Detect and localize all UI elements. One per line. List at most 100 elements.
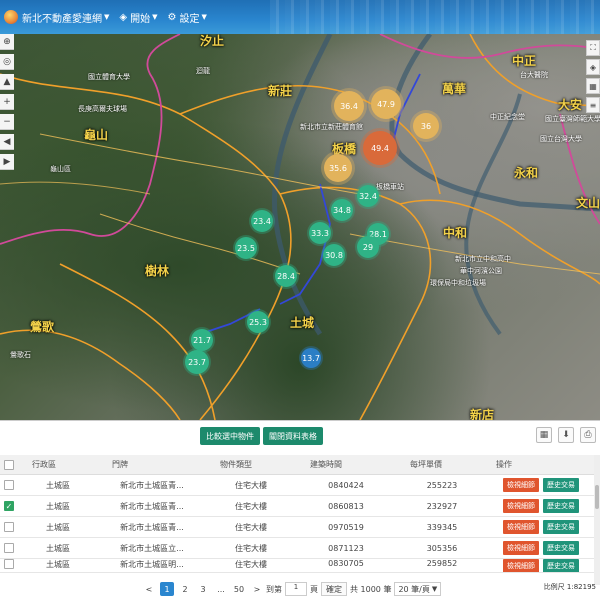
- row-actions: 檢視細節 歷史交易: [488, 520, 594, 534]
- grid-view-icon[interactable]: ▦: [536, 427, 552, 443]
- map-cluster-marker[interactable]: 33.3: [309, 222, 331, 244]
- row-checkbox[interactable]: [4, 480, 14, 490]
- next-page-button[interactable]: >: [250, 582, 264, 596]
- view-detail-button[interactable]: 檢視細節: [503, 541, 539, 555]
- cell-price: 339345: [426, 522, 458, 532]
- legend-icon[interactable]: ≡: [586, 97, 600, 113]
- history-button[interactable]: 歷史交易: [543, 499, 579, 513]
- map-cluster-marker[interactable]: 36.4: [334, 91, 364, 121]
- map-cluster-marker[interactable]: 23.5: [235, 237, 257, 259]
- cell-built: 0840424: [328, 480, 364, 490]
- history-button[interactable]: 歷史交易: [543, 478, 579, 492]
- page-button[interactable]: 50: [232, 582, 246, 596]
- prev-page-button[interactable]: <: [142, 582, 156, 596]
- pagination: < 1 2 3 ... 50 > 到第 1 頁 確定 共 1000 筆 20 筆…: [0, 579, 600, 599]
- column-header[interactable]: 行政區: [18, 459, 98, 470]
- app-root: 新北不動產愛連網 ▼ ◈ 開始 ▼ ⚙ 設定 ▼ ⊕ ◎ ▲ + − ◀ ▶ ⛶…: [0, 0, 600, 600]
- cell-price: 259852: [426, 559, 458, 568]
- cell-district: 土城區: [46, 560, 70, 569]
- fullscreen-icon[interactable]: ⛶: [586, 40, 600, 56]
- per-page-select[interactable]: 20 筆/頁 ▼: [394, 582, 442, 596]
- row-select-cell: [0, 522, 18, 532]
- zoom-extent-icon[interactable]: ⊕: [0, 34, 14, 50]
- goto-confirm-button[interactable]: 確定: [321, 582, 347, 596]
- compare-selected-button[interactable]: 比較選中物件: [200, 427, 260, 445]
- cell-type: 住宅大樓: [235, 543, 267, 553]
- table-row: 土城區 新北市土城區明... 住宅大樓 0830705 259852 檢視細節 …: [0, 559, 594, 573]
- basemap-icon[interactable]: ▦: [586, 78, 600, 94]
- place-label: 龜山區: [50, 165, 71, 173]
- place-label: 中正紀念堂: [490, 113, 525, 121]
- map-cluster-marker[interactable]: 23.7: [185, 350, 209, 374]
- view-detail-button[interactable]: 檢視細節: [503, 559, 539, 572]
- select-all-checkbox[interactable]: [4, 459, 14, 470]
- table-row: ✓ 土城區 新北市土城區青... 住宅大樓 0860813 232927 檢視細…: [0, 496, 594, 517]
- map-cluster-marker[interactable]: 47.9: [371, 89, 401, 119]
- district-label-wanhua: 萬華: [442, 82, 467, 96]
- view-detail-button[interactable]: 檢視細節: [503, 478, 539, 492]
- goto-page-input[interactable]: 1: [285, 582, 307, 596]
- cell-district: 土城區: [46, 543, 70, 553]
- history-button[interactable]: 歷史交易: [543, 520, 579, 534]
- column-header[interactable]: 物件類型: [206, 459, 296, 470]
- map-cluster-marker[interactable]: 35.6: [324, 154, 352, 182]
- map-cluster-marker[interactable]: 25.3: [247, 311, 269, 333]
- cell-address: 新北市土城區明...: [120, 560, 184, 569]
- map-cluster-marker[interactable]: 21.7: [191, 329, 213, 351]
- row-checkbox[interactable]: [4, 543, 14, 553]
- scrollbar-thumb[interactable]: [595, 485, 599, 509]
- map-cluster-marker[interactable]: 30.8: [323, 244, 345, 266]
- page-button[interactable]: 2: [178, 582, 192, 596]
- map-lines-layer: [0, 34, 600, 420]
- print-icon[interactable]: ⎙: [580, 427, 596, 443]
- row-checkbox[interactable]: [4, 522, 14, 532]
- map-cluster-marker[interactable]: 34.8: [331, 199, 353, 221]
- compass-icon[interactable]: ▲: [0, 74, 14, 90]
- column-header-actions: 操作: [496, 460, 512, 469]
- page-button[interactable]: 3: [196, 582, 210, 596]
- cell-address: 新北市土城區立...: [120, 543, 184, 553]
- export-icon[interactable]: ⬇: [558, 427, 574, 443]
- layers-icon: ◈: [119, 11, 128, 23]
- layers-icon[interactable]: ◈: [586, 59, 600, 75]
- map-cluster-marker[interactable]: 13.7: [301, 348, 321, 368]
- view-detail-button[interactable]: 檢視細節: [503, 520, 539, 534]
- view-detail-button[interactable]: 檢視細節: [503, 499, 539, 513]
- table-scrollbar[interactable]: [594, 455, 600, 585]
- column-header[interactable]: 建築時間: [296, 459, 396, 470]
- history-button[interactable]: 歷史交易: [543, 559, 579, 572]
- locate-icon[interactable]: ◎: [0, 54, 14, 70]
- forward-icon[interactable]: ▶: [0, 154, 14, 170]
- district-label-zhongzheng: 中正: [512, 54, 537, 68]
- map-cluster-marker[interactable]: 29: [357, 236, 379, 258]
- cell-type: 住宅大樓: [235, 560, 267, 569]
- map-cluster-marker[interactable]: 36: [413, 113, 439, 139]
- cell-address: 新北市土城區青...: [120, 522, 184, 532]
- column-header[interactable]: 門牌: [98, 459, 206, 470]
- back-icon[interactable]: ◀: [0, 134, 14, 150]
- map-view[interactable]: ⊕ ◎ ▲ + − ◀ ▶ ⛶ ◈ ▦ ≡ 汐止 新莊 萬華 中正 大安 龜山 …: [0, 34, 600, 420]
- cell-district: 土城區: [46, 480, 70, 490]
- close-table-button[interactable]: 關閉資料表格: [263, 427, 323, 445]
- row-checkbox-checked[interactable]: ✓: [4, 501, 14, 511]
- cell-address: 新北市土城區青...: [120, 480, 184, 490]
- map-right-controls: ⛶ ◈ ▦ ≡: [586, 40, 600, 116]
- page-button-current[interactable]: 1: [160, 582, 174, 596]
- cell-built: 0871123: [328, 543, 364, 553]
- zoom-in-icon[interactable]: +: [0, 94, 14, 110]
- menu-settings[interactable]: ⚙ 設定 ▼: [167, 10, 206, 25]
- place-label: 新北市立中和高中: [455, 255, 511, 263]
- history-button[interactable]: 歷史交易: [543, 541, 579, 555]
- map-cluster-marker[interactable]: 28.4: [275, 265, 297, 287]
- app-title-menu[interactable]: 新北不動產愛連網 ▼: [22, 10, 109, 25]
- menu-start[interactable]: ◈ 開始 ▼: [119, 10, 157, 25]
- map-cluster-marker[interactable]: 49.4: [363, 131, 397, 165]
- zoom-out-icon[interactable]: −: [0, 114, 14, 130]
- map-cluster-marker[interactable]: 23.4: [251, 210, 273, 232]
- total-count: 共 1000 筆: [350, 584, 392, 594]
- column-header[interactable]: 每坪單價: [396, 459, 488, 470]
- cell-type: 住宅大樓: [235, 480, 267, 490]
- map-cluster-marker[interactable]: 32.4: [357, 185, 379, 207]
- row-checkbox[interactable]: [4, 559, 14, 569]
- row-select-cell: [0, 480, 18, 490]
